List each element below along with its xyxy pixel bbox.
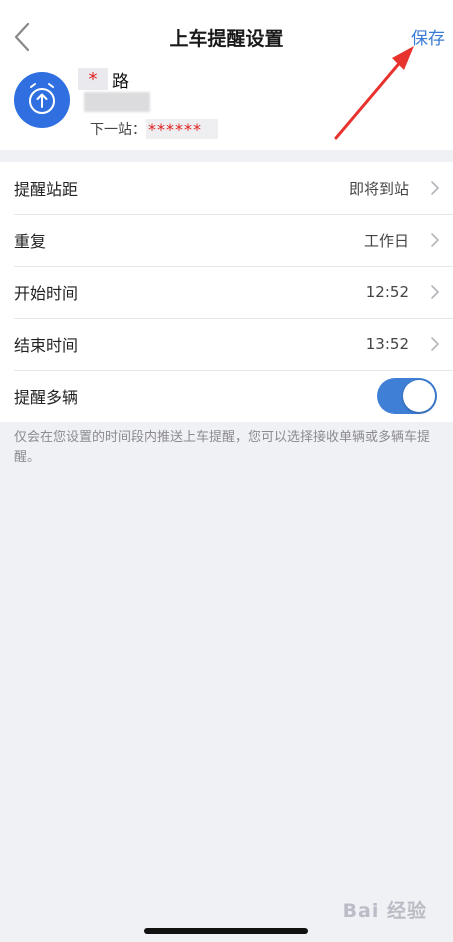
settings-list: 提醒站距 即将到站 重复 工作日 开始时间 12:52 结束时间 13:52 提… [0,162,453,422]
setting-label: 开始时间 [14,284,79,303]
setting-value: 工作日 [363,231,409,250]
next-stop: 下一站： ****** [90,118,218,140]
setting-label: 结束时间 [14,336,79,355]
toggle-knob [403,380,435,412]
watermark: Bai 经验 [342,900,427,922]
route-name-mask: * [78,68,108,90]
page-title: 上车提醒设置 [169,28,284,50]
chevron-right-icon [431,181,439,195]
setting-label: 提醒站距 [14,180,79,199]
chevron-right-icon [431,337,439,351]
bus-route-card: * 路 下一站： ****** [0,62,453,150]
chevron-right-icon [431,285,439,299]
setting-label: 重复 [14,232,47,251]
setting-row-repeat[interactable]: 重复 工作日 [0,214,453,266]
route-name: * 路 [78,68,129,92]
setting-value: 13:52 [365,335,409,353]
setting-value: 12:52 [365,283,409,301]
route-name-suffix: 路 [112,71,129,92]
setting-label: 提醒多辆 [14,388,79,407]
avatar [14,72,70,128]
hint-text: 仅会在您设置的时间段内推送上车提醒，您可以选择接收单辆或多辆车提醒。 [14,430,431,465]
blurred-direction-text [84,92,150,112]
setting-row-start-time[interactable]: 开始时间 12:52 [0,266,453,318]
navigation-bar: 上车提醒设置 保存 [0,0,453,70]
setting-row-multiple-buses: 提醒多辆 [0,370,453,422]
home-indicator[interactable] [144,928,308,934]
multiple-buses-toggle[interactable] [377,378,437,414]
save-button[interactable]: 保存 [411,24,445,49]
setting-value: 即将到站 [348,179,409,198]
setting-row-reminder-distance[interactable]: 提醒站距 即将到站 [0,162,453,214]
setting-row-end-time[interactable]: 结束时间 13:52 [0,318,453,370]
next-stop-value: ****** [146,119,218,139]
alarm-clock-icon [29,83,55,114]
next-stop-label: 下一站： [90,122,146,138]
chevron-right-icon [431,233,439,247]
